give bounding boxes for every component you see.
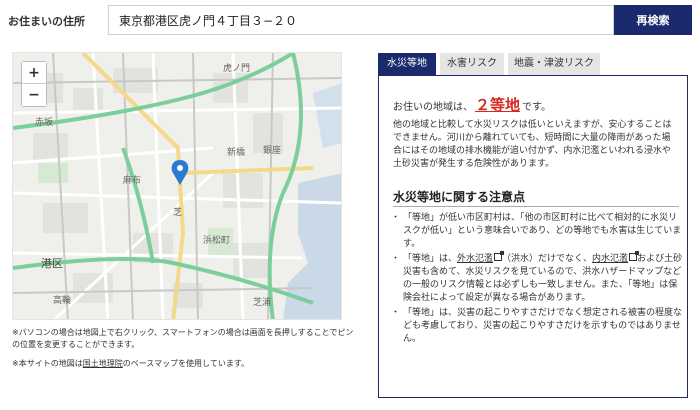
zoom-control: + − (21, 61, 47, 107)
map-label-akasaka: 赤坂 (35, 117, 53, 128)
external-flood-link[interactable]: 外水氾濫 (457, 254, 493, 264)
map-note-gsi: ※本サイトの地図は国土地理院のベースマップを使用しています。 (12, 359, 250, 368)
zoom-out-button[interactable]: − (22, 84, 46, 106)
map-label-shinbashi: 新橋 (227, 146, 245, 158)
map-label-takanawa: 高輪 (53, 294, 71, 306)
risk-tabs: 水災等地 水害リスク 地震・津波リスク (378, 53, 688, 75)
map-label-hamamatsucho: 浜松町 (203, 234, 230, 246)
external-link-icon (629, 251, 640, 261)
map-label-minato: 港区 (41, 257, 63, 270)
internal-flood-link[interactable]: 内水氾濫 (592, 254, 628, 264)
result-description: 他の地域と比較して水災リスクは低いといえますが、安心することはできません。河川か… (393, 120, 672, 169)
notes-list: 「等地」が低い市区町村は、「他の市区町村に比べて相対的に水災リスクが低い」という… (391, 212, 683, 348)
result-line: お住いの地域は、 ２等地 です。 (393, 96, 552, 114)
re-search-button[interactable]: 再検索 (614, 5, 692, 35)
map-label-shiba: 芝 (173, 206, 182, 218)
map-label-azabu: 麻布 (123, 174, 141, 186)
divider (393, 206, 679, 207)
notes-heading: 水災等地に関する注意点 (393, 190, 526, 204)
address-label: お住まいの住所 (8, 15, 85, 28)
address-input[interactable] (108, 5, 614, 35)
map-note-pc: ※パソコンの場合は地図上で右クリック、スマートフォンの場合は画面を長押しすること… (12, 328, 354, 349)
map[interactable]: 赤坂 虎ノ門 新橋 銀座 芝 港区 高輪 芝浦 浜松町 麻布 + − (12, 52, 342, 320)
gsi-link[interactable]: 国土地理院 (83, 359, 123, 368)
map-label-ginza: 銀座 (263, 144, 281, 156)
tab-flood-risk[interactable]: 水害リスク (440, 53, 504, 75)
external-link-icon (494, 251, 505, 261)
map-label-toranomon: 虎ノ門 (223, 62, 250, 74)
note-item-2: 「等地」は、外水氾濫（洪水）だけでなく、内水氾濫および土砂災害も含めて、水災リス… (391, 251, 683, 305)
note-item-1: 「等地」が低い市区町村は、「他の市区町村に比べて相対的に水災リスクが低い」という… (391, 212, 683, 251)
search-bar: お住まいの住所 再検索 (0, 0, 700, 40)
map-canvas[interactable]: 赤坂 虎ノ門 新橋 銀座 芝 港区 高輪 芝浦 浜松町 麻布 (13, 53, 342, 320)
zoom-in-button[interactable]: + (22, 62, 46, 84)
tab-earthquake-tsunami-risk[interactable]: 地震・津波リスク (508, 53, 600, 75)
result-panel: お住いの地域は、 ２等地 です。 他の地域と比較して水災リスクは低いといえますが、安… (378, 75, 688, 398)
tab-flood-rank[interactable]: 水災等地 (378, 53, 436, 75)
map-label-shibaura: 芝浦 (253, 296, 271, 308)
flood-rank-value: ２等地 (475, 96, 521, 114)
note-item-3: 「等地」は、災害の起こりやすさだけでなく想定される被害の程度なども考慮しており、… (391, 307, 683, 346)
